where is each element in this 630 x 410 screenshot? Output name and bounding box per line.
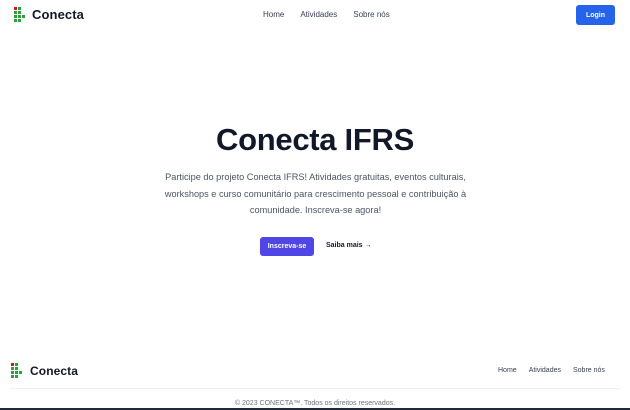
footer-nav-home[interactable]: Home bbox=[498, 367, 517, 374]
footer-nav: Home Atividades Sobre nós bbox=[498, 367, 605, 374]
footer-divider bbox=[10, 388, 620, 389]
brand-name: Conecta bbox=[32, 7, 84, 22]
footer-brand-name: Conecta bbox=[30, 363, 79, 378]
nav-home[interactable]: Home bbox=[263, 10, 284, 19]
brand-link[interactable]: Conecta bbox=[14, 7, 84, 22]
ifrs-logo-icon bbox=[11, 363, 22, 378]
learn-more-link[interactable]: Saiba mais → bbox=[326, 242, 372, 249]
login-button[interactable]: Login bbox=[576, 5, 615, 25]
nav-atividades[interactable]: Atividades bbox=[300, 10, 337, 19]
footer-brand-link[interactable]: Conecta bbox=[11, 363, 78, 378]
nav-sobre-nos[interactable]: Sobre nós bbox=[353, 10, 389, 19]
ifrs-logo-icon bbox=[14, 7, 25, 22]
footer-top: Conecta Home Atividades Sobre nós bbox=[0, 358, 630, 388]
footer-nav-atividades[interactable]: Atividades bbox=[529, 367, 561, 374]
hero-description: Participe do projeto Conecta IFRS! Ativi… bbox=[164, 172, 467, 215]
site-header: Conecta Home Atividades Sobre nós Login bbox=[0, 0, 630, 30]
copyright-text: © 2023 CONECTA™. Todos os direitos reser… bbox=[234, 400, 396, 407]
hero-title: Conecta IFRS bbox=[216, 122, 414, 157]
main-nav: Home Atividades Sobre nós bbox=[263, 10, 390, 19]
signup-button[interactable]: Inscreva-se bbox=[260, 237, 314, 256]
footer-nav-sobre-nos[interactable]: Sobre nós bbox=[573, 367, 605, 374]
